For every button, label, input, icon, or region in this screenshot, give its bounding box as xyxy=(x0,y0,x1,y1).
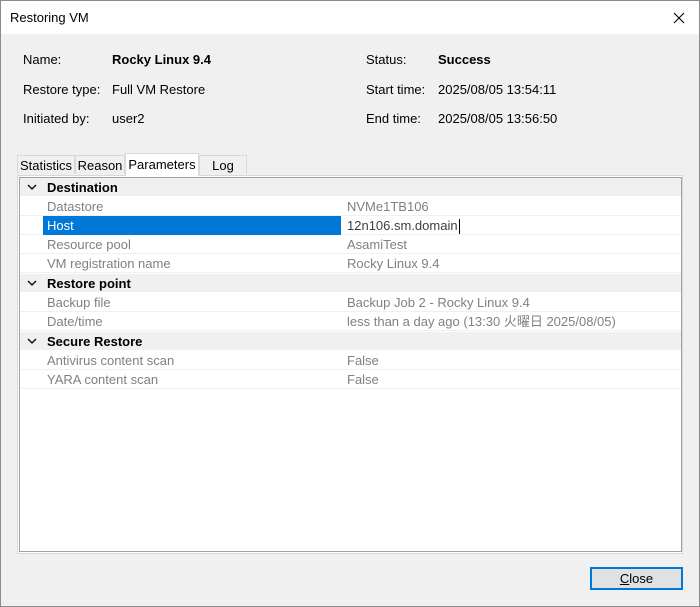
param-row-date-time[interactable]: Date/time less than a day ago (13:30 火曜日… xyxy=(20,312,681,331)
group-title: Destination xyxy=(47,180,118,195)
chevron-down-icon[interactable] xyxy=(26,335,38,347)
tab-statistics[interactable]: Statistics xyxy=(17,155,75,174)
param-value: AsamiTest xyxy=(347,237,407,252)
initiated-by-label: Initiated by: xyxy=(23,111,90,126)
name-label: Name: xyxy=(23,52,62,67)
param-name: Backup file xyxy=(47,295,111,310)
param-value: Rocky Linux 9.4 xyxy=(347,256,440,271)
param-name: Date/time xyxy=(47,314,103,329)
param-value: Backup Job 2 - Rocky Linux 9.4 xyxy=(347,295,530,310)
end-time-value: 2025/08/05 13:56:50 xyxy=(438,111,558,126)
param-row-antivirus-scan[interactable]: Antivirus content scan False xyxy=(20,351,681,370)
chevron-down-icon[interactable] xyxy=(26,181,38,193)
close-button-mnemonic: C xyxy=(619,571,630,586)
chevron-down-icon[interactable] xyxy=(26,277,38,289)
group-restore-point[interactable]: Restore point xyxy=(20,274,681,293)
group-secure-restore[interactable]: Secure Restore xyxy=(20,332,681,351)
group-title: Restore point xyxy=(47,276,131,291)
group-destination[interactable]: Destination xyxy=(20,178,681,197)
restoring-vm-dialog: Restoring VM Name: Rocky Linux 9.4 Resto… xyxy=(0,0,700,607)
param-name: Antivirus content scan xyxy=(47,353,175,368)
title-bar: Restoring VM xyxy=(1,1,699,34)
tab-log[interactable]: Log xyxy=(199,155,247,174)
close-icon[interactable] xyxy=(659,1,699,34)
param-value: False xyxy=(347,372,379,387)
group-title: Secure Restore xyxy=(47,334,143,349)
param-name: VM registration name xyxy=(47,256,171,271)
param-value: less than a day ago (13:30 火曜日 2025/08/0… xyxy=(347,314,616,329)
initiated-by-value: user2 xyxy=(112,111,145,126)
param-name: Datastore xyxy=(47,199,104,214)
restore-type-value: Full VM Restore xyxy=(112,82,206,97)
end-time-label: End time: xyxy=(366,111,421,126)
param-row-backup-file[interactable]: Backup file Backup Job 2 - Rocky Linux 9… xyxy=(20,293,681,312)
param-row-resource-pool[interactable]: Resource pool AsamiTest xyxy=(20,235,681,254)
param-row-host[interactable]: Host 12n106.sm.domain xyxy=(20,216,681,235)
tab-reason[interactable]: Reason xyxy=(75,155,125,174)
parameters-grid[interactable]: Destination Datastore NVMe1TB106 Host 12… xyxy=(19,177,682,552)
param-name: Resource pool xyxy=(47,237,131,252)
parameters-panel: Destination Datastore NVMe1TB106 Host 12… xyxy=(17,175,683,554)
name-value: Rocky Linux 9.4 xyxy=(112,52,211,67)
param-name: Host xyxy=(43,216,341,235)
param-value: False xyxy=(347,353,379,368)
close-button-label: lose xyxy=(629,571,654,586)
status-label: Status: xyxy=(366,52,407,67)
start-time-label: Start time: xyxy=(366,82,426,97)
start-time-value: 2025/08/05 13:54:11 xyxy=(438,82,557,97)
restore-type-label: Restore type: xyxy=(23,82,101,97)
status-value: Success xyxy=(438,52,491,67)
param-row-vm-registration-name[interactable]: VM registration name Rocky Linux 9.4 xyxy=(20,254,681,273)
param-value: NVMe1TB106 xyxy=(347,199,429,214)
param-row-datastore[interactable]: Datastore NVMe1TB106 xyxy=(20,197,681,216)
param-value: 12n106.sm.domain xyxy=(347,218,458,233)
host-value-field[interactable]: 12n106.sm.domain xyxy=(347,216,460,235)
param-name: YARA content scan xyxy=(47,372,159,387)
param-row-yara-scan[interactable]: YARA content scan False xyxy=(20,370,681,389)
text-caret xyxy=(458,219,460,235)
window-title: Restoring VM xyxy=(10,10,89,25)
close-button[interactable]: Close xyxy=(590,567,683,590)
tab-parameters[interactable]: Parameters xyxy=(125,153,199,176)
